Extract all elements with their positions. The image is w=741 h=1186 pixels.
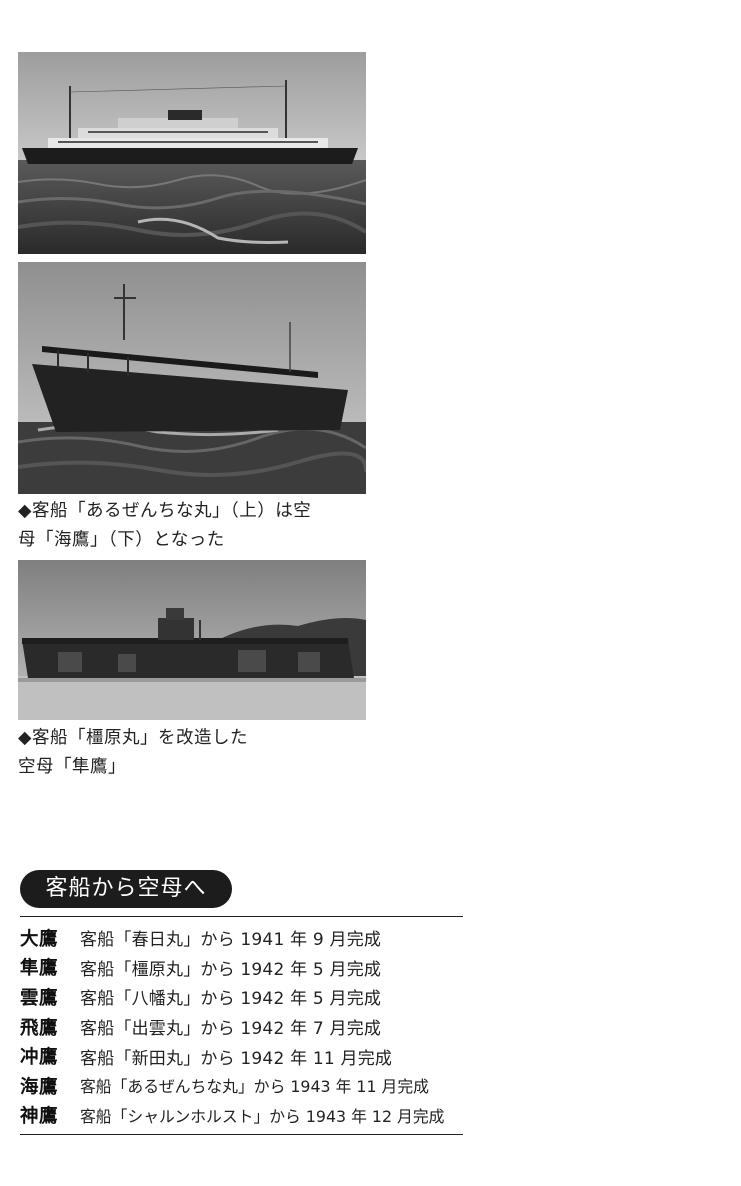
table-row: 雲鷹 客船「八幡丸」から 1942 年 5 月完成 (20, 982, 463, 1012)
caption-argentina-maru: ◆客船「あるぜんちな丸」（上）は空 母「海鷹」（下）となった (18, 497, 311, 555)
carrier-name: 冲鷹 (20, 1047, 59, 1069)
carrier-origin: 客船「八幡丸」から 1942 年 5 月完成 (80, 989, 382, 1010)
caption-line: 母「海鷹」（下）となった (18, 530, 225, 550)
carrier-name: 飛鷹 (20, 1017, 59, 1039)
caption-line: ◆客船「橿原丸」を改造した (18, 728, 248, 748)
carrier-junyo-photo (18, 560, 366, 720)
table-row: 飛鷹 客船「出雲丸」から 1942 年 7 月完成 (20, 1012, 463, 1042)
carrier-origin: 客船「あるぜんちな丸」から 1943 年 11 月完成 (80, 1077, 429, 1097)
carrier-origin: 客船「出雲丸」から 1942 年 7 月完成 (80, 1019, 382, 1040)
passenger-ship-argentina-maru-photo (18, 52, 366, 254)
carrier-name: 神鷹 (20, 1106, 59, 1128)
carrier-name: 大鷹 (20, 928, 59, 950)
carrier-name: 隼鷹 (20, 958, 59, 980)
table-row: 大鷹 客船「春日丸」から 1941 年 9 月完成 (20, 923, 463, 953)
carrier-name: 海鷹 (20, 1076, 59, 1098)
section-title: 客船から空母へ (20, 870, 232, 908)
caption-kashiwara-maru: ◆客船「橿原丸」を改造した 空母「隼鷹」 (18, 724, 248, 782)
carrier-origin: 客船「新田丸」から 1942 年 11 月完成 (80, 1048, 393, 1069)
caption-line: ◆客船「あるぜんちな丸」（上）は空 (18, 501, 312, 521)
caption-line: 空母「隼鷹」 (18, 757, 126, 777)
carrier-kaiyo-photo (18, 262, 366, 494)
table-row: 海鷹 客船「あるぜんちな丸」から 1943 年 11 月完成 (20, 1071, 463, 1101)
table-row: 神鷹 客船「シャルンホルスト」から 1943 年 12 月完成 (20, 1101, 463, 1131)
carrier-name: 雲鷹 (20, 987, 59, 1009)
conversion-table: 大鷹 客船「春日丸」から 1941 年 9 月完成 隼鷹 客船「橿原丸」から 1… (20, 916, 463, 1136)
table-row: 冲鷹 客船「新田丸」から 1942 年 11 月完成 (20, 1041, 463, 1071)
table-row: 隼鷹 客船「橿原丸」から 1942 年 5 月完成 (20, 953, 463, 983)
carrier-origin: 客船「シャルンホルスト」から 1943 年 12 月完成 (80, 1106, 445, 1126)
carrier-origin: 客船「橿原丸」から 1942 年 5 月完成 (80, 959, 382, 980)
carrier-origin: 客船「春日丸」から 1941 年 9 月完成 (80, 930, 382, 951)
